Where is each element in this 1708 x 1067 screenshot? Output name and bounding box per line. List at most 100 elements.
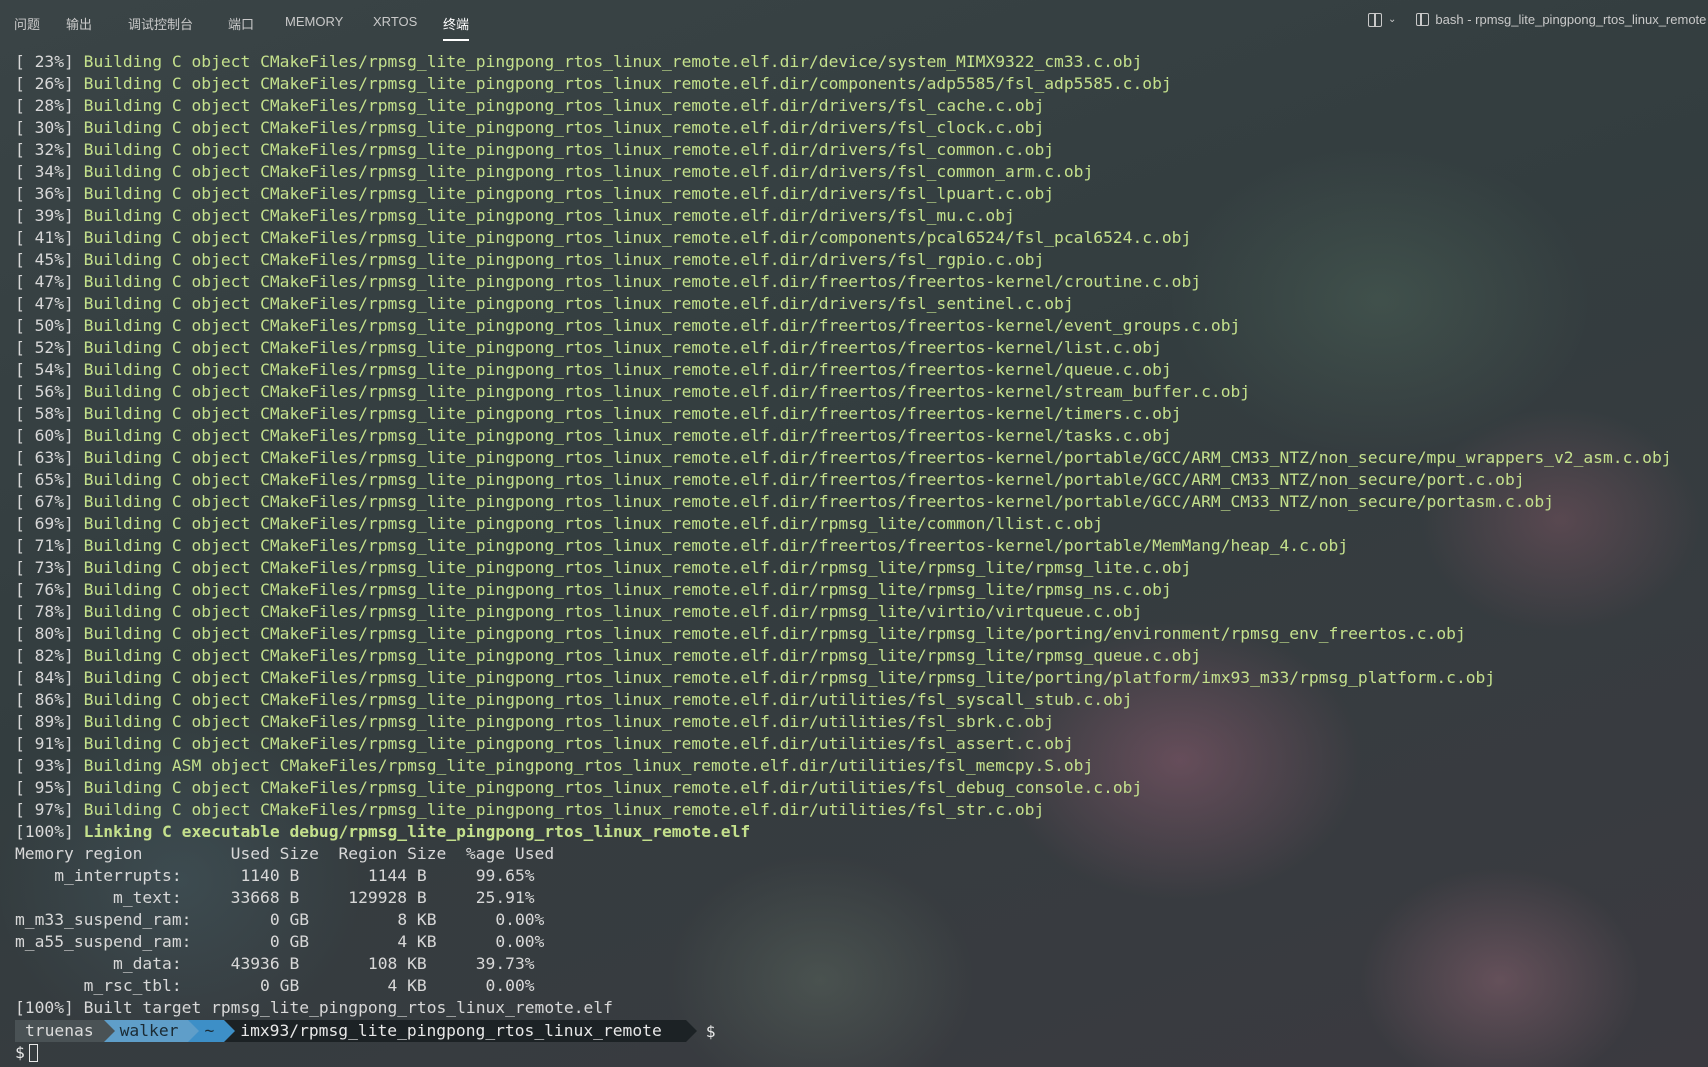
build-progress: [ 58%] <box>15 404 74 423</box>
tab-terminal[interactable]: 终端 <box>443 14 470 41</box>
build-line: [ 26%] Building C object CMakeFiles/rpms… <box>15 73 1708 95</box>
build-progress: [ 69%] <box>15 514 74 533</box>
build-progress: [ 93%] <box>15 756 74 775</box>
build-message: Building C object CMakeFiles/rpmsg_lite_… <box>83 580 1172 599</box>
memory-percent: 0.00% <box>426 976 535 995</box>
build-progress: [ 91%] <box>15 734 74 753</box>
build-progress: [ 73%] <box>15 558 74 577</box>
memory-region-name: m_m33_suspend_ram: <box>15 910 192 929</box>
tab-xrtos[interactable]: XRTOS <box>373 14 417 29</box>
build-line: [ 93%] Building ASM object CMakeFiles/rp… <box>15 755 1708 777</box>
build-line: [ 54%] Building C object CMakeFiles/rpms… <box>15 359 1708 381</box>
build-line: [ 69%] Building C object CMakeFiles/rpms… <box>15 513 1708 535</box>
memory-used: 0 GB <box>191 910 310 929</box>
tab-memory[interactable]: MEMORY <box>285 14 343 29</box>
build-message: Building C object CMakeFiles/rpmsg_lite_… <box>83 558 1192 577</box>
memory-table-header: Memory region Used Size Region Size %age… <box>15 844 555 863</box>
build-progress: [ 71%] <box>15 536 74 555</box>
build-progress: [ 56%] <box>15 382 74 401</box>
build-line: [ 58%] Building C object CMakeFiles/rpms… <box>15 403 1708 425</box>
shell-prompt: truenas walker ~ imx93/rpmsg_lite_pingpo… <box>15 1020 716 1042</box>
memory-percent: 0.00% <box>436 932 545 951</box>
build-line: [ 47%] Building C object CMakeFiles/rpms… <box>15 293 1708 315</box>
build-line: [ 86%] Building C object CMakeFiles/rpms… <box>15 689 1708 711</box>
memory-percent: 25.91% <box>426 888 535 907</box>
memory-size: 8 KB <box>309 910 437 929</box>
panel-tab-bar: 问题 输出 调试控制台 端口 MEMORY XRTOS 终端 ⌄ bash - … <box>0 0 1708 42</box>
build-message: Building C object CMakeFiles/rpmsg_lite_… <box>83 338 1162 357</box>
link-message: Linking C executable debug/rpmsg_lite_pi… <box>83 822 751 841</box>
build-message: Building C object CMakeFiles/rpmsg_lite_… <box>83 470 1525 489</box>
memory-used: 0 GB <box>191 932 310 951</box>
build-progress: [ 60%] <box>15 426 74 445</box>
prompt-path: imx93/rpmsg_lite_pingpong_rtos_linux_rem… <box>240 1021 662 1040</box>
memory-size: 108 KB <box>299 954 427 973</box>
build-progress: [ 34%] <box>15 162 74 181</box>
build-progress: [ 54%] <box>15 360 74 379</box>
build-progress: [ 97%] <box>15 800 74 819</box>
text-cursor <box>28 1044 38 1062</box>
build-line: [ 32%] Building C object CMakeFiles/rpms… <box>15 139 1708 161</box>
build-message: Building C object CMakeFiles/rpmsg_lite_… <box>83 140 1055 159</box>
build-message: Building C object CMakeFiles/rpmsg_lite_… <box>83 492 1554 511</box>
build-message: Building C object CMakeFiles/rpmsg_lite_… <box>83 52 1143 71</box>
prompt-host-segment: truenas <box>15 1020 115 1042</box>
tab-ports[interactable]: 端口 <box>228 14 254 33</box>
build-progress: [ 52%] <box>15 338 74 357</box>
build-progress: [ 89%] <box>15 712 74 731</box>
build-progress: [ 41%] <box>15 228 74 247</box>
build-line: [ 63%] Building C object CMakeFiles/rpms… <box>15 447 1708 469</box>
build-message: Building C object CMakeFiles/rpmsg_lite_… <box>83 74 1172 93</box>
memory-row: m_a55_suspend_ram: 0 GB 4 KB 0.00% <box>15 931 1708 953</box>
build-progress: [ 26%] <box>15 74 74 93</box>
build-message: Building C object CMakeFiles/rpmsg_lite_… <box>83 382 1251 401</box>
tab-problems[interactable]: 问题 <box>14 14 40 33</box>
build-line: [ 80%] Building C object CMakeFiles/rpms… <box>15 623 1708 645</box>
build-line: [ 82%] Building C object CMakeFiles/rpms… <box>15 645 1708 667</box>
terminal-output[interactable]: [ 23%] Building C object CMakeFiles/rpms… <box>15 51 1708 1019</box>
memory-used: 33668 B <box>181 888 300 907</box>
build-line: [ 36%] Building C object CMakeFiles/rpms… <box>15 183 1708 205</box>
build-progress: [ 78%] <box>15 602 74 621</box>
build-line: [ 50%] Building C object CMakeFiles/rpms… <box>15 315 1708 337</box>
build-message: Building C object CMakeFiles/rpmsg_lite_… <box>83 448 1672 467</box>
build-line: [ 71%] Building C object CMakeFiles/rpms… <box>15 535 1708 557</box>
chevron-down-icon[interactable]: ⌄ <box>1388 14 1396 25</box>
memory-used: 1140 B <box>181 866 300 885</box>
build-line: [ 67%] Building C object CMakeFiles/rpms… <box>15 491 1708 513</box>
build-message: Building C object CMakeFiles/rpmsg_lite_… <box>83 404 1182 423</box>
build-message: Building C object CMakeFiles/rpmsg_lite_… <box>83 426 1172 445</box>
memory-size: 1144 B <box>299 866 427 885</box>
memory-row: m_interrupts: 1140 B 1144 B 99.65% <box>15 865 1708 887</box>
build-message: Building C object CMakeFiles/rpmsg_lite_… <box>83 514 1104 533</box>
build-message: Building C object CMakeFiles/rpmsg_lite_… <box>83 536 1349 555</box>
build-progress: [ 86%] <box>15 690 74 709</box>
prompt-symbol: $ <box>705 1021 716 1041</box>
build-progress: [ 63%] <box>15 448 74 467</box>
tab-output[interactable]: 输出 <box>66 14 92 33</box>
memory-size: 129928 B <box>299 888 427 907</box>
build-message: Building C object CMakeFiles/rpmsg_lite_… <box>83 96 1045 115</box>
split-terminal-icon[interactable] <box>1368 12 1382 27</box>
built-target-line: [100%] Built target rpmsg_lite_pingpong_… <box>15 998 613 1017</box>
prompt-user: walker <box>119 1021 179 1040</box>
memory-percent: 39.73% <box>426 954 535 973</box>
terminal-instance[interactable]: bash - rpmsg_lite_pingpong_rtos_linux_re… <box>1416 12 1706 27</box>
build-message: Building C object CMakeFiles/rpmsg_lite_… <box>83 294 1074 313</box>
memory-region-name: m_a55_suspend_ram: <box>15 932 192 951</box>
prompt-host: truenas <box>25 1021 94 1040</box>
build-message: Building C object CMakeFiles/rpmsg_lite_… <box>83 360 1172 379</box>
build-progress: [ 95%] <box>15 778 74 797</box>
memory-used: 43936 B <box>181 954 300 973</box>
build-line: [ 45%] Building C object CMakeFiles/rpms… <box>15 249 1708 271</box>
input-prompt-symbol: $ <box>15 1043 25 1062</box>
command-input-line[interactable]: $ <box>15 1042 38 1064</box>
build-progress: [ 47%] <box>15 294 74 313</box>
terminal-tools: ⌄ bash - rpmsg_lite_pingpong_rtos_linux_… <box>1368 12 1706 27</box>
tab-debug-console[interactable]: 调试控制台 <box>128 14 193 33</box>
build-message: Building C object CMakeFiles/rpmsg_lite_… <box>83 118 1045 137</box>
build-message: Building C object CMakeFiles/rpmsg_lite_… <box>83 712 1055 731</box>
build-progress: [ 28%] <box>15 96 74 115</box>
build-progress: [ 76%] <box>15 580 74 599</box>
build-line: [ 95%] Building C object CMakeFiles/rpms… <box>15 777 1708 799</box>
